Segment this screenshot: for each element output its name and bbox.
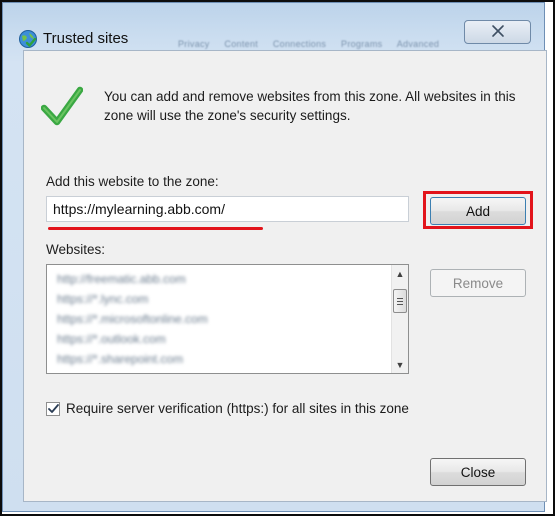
window-close-button[interactable]: [464, 20, 531, 44]
scrollbar-thumb[interactable]: [393, 289, 407, 313]
globe-checkmark-icon: [18, 29, 38, 49]
window-title: Trusted sites: [43, 30, 129, 47]
list-item[interactable]: https://*.microsoftonline.com: [57, 309, 377, 329]
websites-label: Websites:: [46, 242, 106, 257]
close-icon: [490, 24, 506, 41]
require-verification-label: Require server verification (https:) for…: [66, 401, 409, 416]
scroll-up-arrow-icon[interactable]: ▲: [392, 265, 408, 282]
add-website-label: Add this website to the zone:: [46, 174, 219, 189]
background-tab: Connections: [272, 39, 327, 49]
websites-list[interactable]: http://freematic.abb.com https://*.lync.…: [46, 264, 409, 374]
require-verification-option[interactable]: Require server verification (https:) for…: [46, 401, 409, 416]
scroll-down-arrow-icon[interactable]: ▼: [392, 356, 408, 373]
checkmark-icon: [47, 403, 59, 413]
background-tab: Advanced: [396, 39, 440, 49]
require-verification-checkbox[interactable]: [46, 401, 60, 416]
background-tab: Programs: [341, 39, 383, 49]
url-highlight-underline: [48, 227, 263, 230]
list-item[interactable]: http://freematic.abb.com: [57, 269, 377, 289]
background-tab: Content: [224, 39, 259, 49]
close-button[interactable]: Close: [430, 458, 526, 486]
dialog-content: You can add and remove websites from thi…: [23, 50, 547, 502]
list-item[interactable]: https://*.lync.com: [57, 289, 377, 309]
title-bar: Trusted sites Privacy Content Connection…: [3, 3, 544, 49]
add-button[interactable]: Add: [430, 197, 526, 225]
zone-info-text: You can add and remove websites from thi…: [104, 89, 516, 123]
list-item[interactable]: https://*.sharepoint.com: [57, 349, 377, 369]
trusted-sites-dialog: Trusted sites Privacy Content Connection…: [2, 2, 547, 512]
background-tab: Privacy: [178, 39, 210, 49]
green-checkmark-icon: [40, 86, 84, 126]
background-tabs: Privacy Content Connections Programs Adv…: [178, 39, 451, 49]
website-url-input[interactable]: [46, 196, 409, 222]
vertical-scrollbar[interactable]: ▲ ▼: [391, 265, 408, 373]
list-item[interactable]: https://*.outlook.com: [57, 329, 377, 349]
remove-button[interactable]: Remove: [430, 269, 526, 297]
